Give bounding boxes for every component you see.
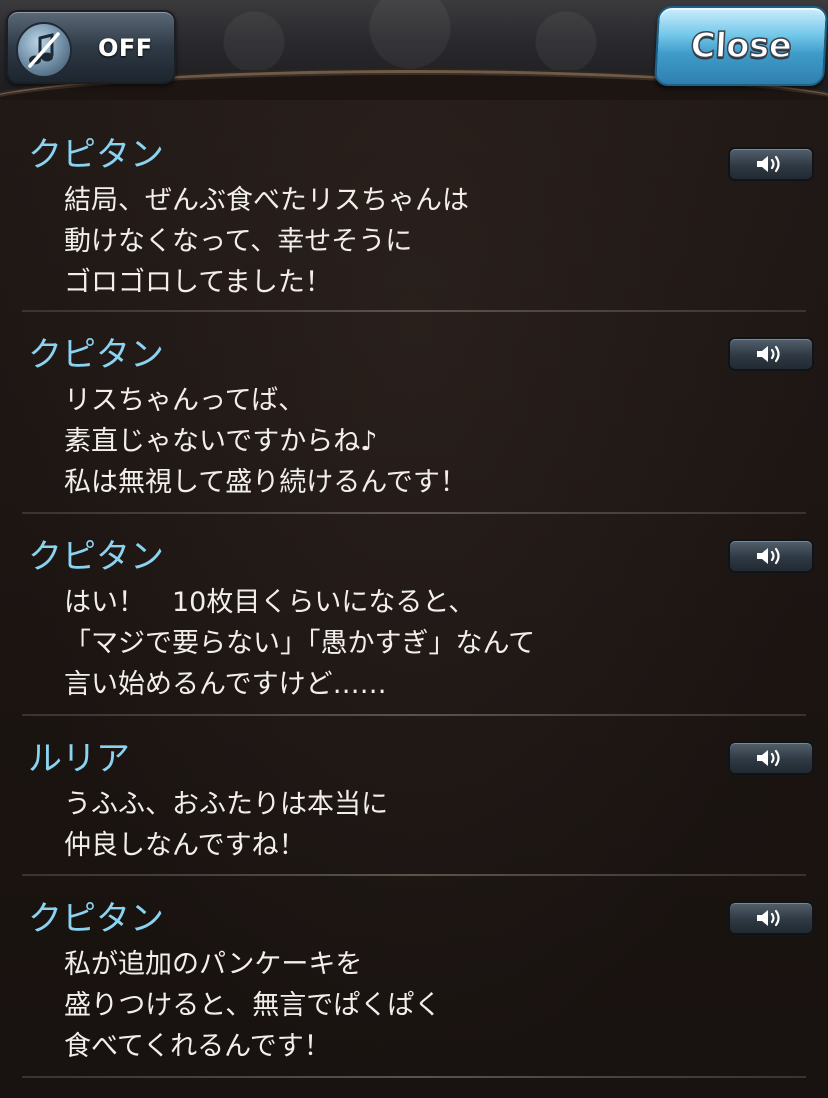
dialogue-line: 素直じゃないですからね♪ — [64, 426, 378, 457]
dialogue-line: はい！ 10枚目くらいになると、 — [64, 587, 476, 618]
close-button-label: Close — [689, 25, 793, 67]
voice-play-button[interactable] — [728, 337, 814, 371]
dialogue-line: 「マジで要らない」「愚かすぎ」なんて — [64, 628, 536, 659]
dialogue-line: ゴロゴロしてました！ — [64, 267, 332, 298]
log-entry: クピタン 私が追加のパンケーキを 盛りつけると、無言でぱくぱく 食べてくれるんで… — [0, 876, 828, 1076]
voice-play-button[interactable] — [728, 539, 814, 573]
log-entry: クピタン はい！ 10枚目くらいになると、 「マジで要らない」「愚かすぎ」なんて… — [0, 514, 828, 714]
speaker-name: クピタン — [28, 335, 164, 375]
log-entry: クピタン 結局、ぜんぶ食べたリスちゃんは 動けなくなって、幸せそうに ゴロゴロし… — [0, 130, 828, 310]
music-note-muted-icon — [16, 22, 72, 78]
speaker-name: クピタン — [28, 899, 164, 939]
close-button[interactable]: Close — [653, 6, 828, 86]
voice-play-button[interactable] — [728, 741, 814, 775]
speaker-play-icon — [757, 345, 780, 363]
speaker-play-icon — [757, 155, 780, 173]
log-entry: ルリア うふふ、おふたりは本当に 仲良しなんですね！ — [0, 716, 828, 874]
speaker-play-icon — [757, 749, 780, 767]
speaker-name: クピタン — [28, 537, 164, 577]
voice-play-button[interactable] — [728, 901, 814, 935]
dialogue-line: 仲良しなんですね！ — [64, 830, 306, 861]
bgm-toggle-button[interactable]: OFF — [6, 10, 176, 84]
speaker-play-icon — [757, 909, 780, 927]
header-ornament — [150, 0, 670, 70]
dialogue-line: 動けなくなって、幸せそうに — [64, 226, 413, 257]
dialogue-line: 結局、ぜんぶ食べたリスちゃんは — [64, 185, 469, 216]
dialogue-line: 食べてくれるんです！ — [64, 1031, 331, 1062]
speaker-name: クピタン — [28, 135, 164, 175]
entry-divider — [22, 1076, 806, 1078]
bgm-toggle-label: OFF — [98, 34, 153, 62]
log-entry: クピタン リスちゃんってば、 素直じゃないですからね♪ 私は無視して盛り続けるん… — [0, 312, 828, 512]
speaker-play-icon — [757, 547, 780, 565]
dialogue-line: 私が追加のパンケーキを — [64, 949, 363, 980]
dialogue-line: 私は無視して盛り続けるんです！ — [64, 467, 467, 498]
dialogue-line: リスちゃんってば、 — [64, 385, 306, 416]
log-screen: OFF Close クピタン 結局、ぜんぶ食べたリスちゃんは 動けなくなって、幸… — [0, 0, 828, 1098]
voice-play-button[interactable] — [728, 147, 814, 181]
conversation-log[interactable]: クピタン 結局、ぜんぶ食べたリスちゃんは 動けなくなって、幸せそうに ゴロゴロし… — [0, 130, 828, 1078]
dialogue-line: 言い始めるんですけど…… — [64, 669, 387, 700]
speaker-name: ルリア — [28, 739, 130, 779]
dialogue-line: うふふ、おふたりは本当に — [64, 789, 388, 820]
dialogue-line: 盛りつけると、無言でぱくぱく — [64, 990, 442, 1021]
